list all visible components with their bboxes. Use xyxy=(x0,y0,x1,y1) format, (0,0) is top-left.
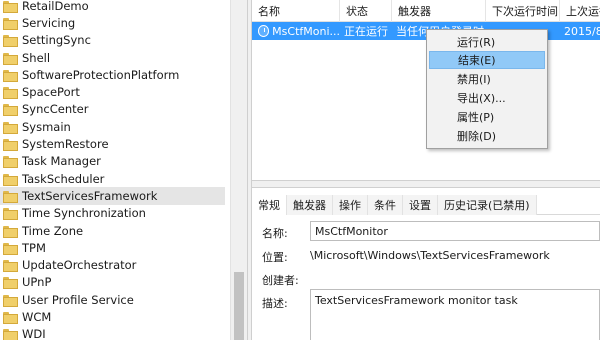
menu-item-disable[interactable]: 禁用(I) xyxy=(429,70,545,88)
general-detail-panel: 名称: MsCtfMonitor 位置: \Microsoft\Windows\… xyxy=(252,215,600,340)
tree-item[interactable]: UPnP xyxy=(0,274,225,291)
tab-actions[interactable]: 操作 xyxy=(333,195,368,215)
tree-item[interactable]: SettingSync xyxy=(0,32,225,49)
folder-icon xyxy=(3,277,18,290)
column-header-trigger[interactable]: 触发器 xyxy=(392,0,486,22)
tree-item-label: Shell xyxy=(22,50,51,65)
tree-item-label: Time Synchronization xyxy=(22,206,146,221)
tree-item-label: RetailDemo xyxy=(22,0,89,13)
task-last-run: 2015/8/ xyxy=(564,24,600,38)
menu-item-delete[interactable]: 删除(D) xyxy=(429,127,545,145)
tree-item[interactable]: TPM xyxy=(0,239,225,256)
folder-icon xyxy=(3,69,18,82)
folder-icon xyxy=(3,225,18,238)
folder-icon xyxy=(3,139,18,152)
tree-item[interactable]: Shell xyxy=(0,49,225,66)
folder-icon xyxy=(3,173,18,186)
tree-item-label: Time Zone xyxy=(22,223,84,238)
name-label: 名称: xyxy=(262,227,288,240)
task-name: MsCtfMoni... xyxy=(272,24,340,38)
tab-conditions[interactable]: 条件 xyxy=(368,195,403,215)
folder-icon xyxy=(3,87,18,100)
tab-general[interactable]: 常规 xyxy=(252,195,287,215)
tree-item-label: UpdateOrchestrator xyxy=(22,258,137,273)
tree-item[interactable]: Task Manager xyxy=(0,153,225,170)
tree-item[interactable]: SpacePort xyxy=(0,84,225,101)
tab-settings[interactable]: 设置 xyxy=(403,195,438,215)
tab-history[interactable]: 历史记录(已禁用) xyxy=(438,195,537,215)
folder-icon xyxy=(3,190,18,203)
tree-item[interactable]: UpdateOrchestrator xyxy=(0,257,225,274)
tree-item[interactable]: User Profile Service xyxy=(0,291,225,308)
tree-item[interactable]: TextServicesFramework xyxy=(0,187,225,205)
tree-item[interactable]: WDI xyxy=(0,326,225,340)
author-label: 创建者: xyxy=(262,274,299,287)
tree-scrollbar-thumb[interactable] xyxy=(234,272,244,340)
folder-icon xyxy=(3,52,18,65)
tree-item[interactable]: TaskScheduler xyxy=(0,170,225,187)
folder-icon xyxy=(3,312,18,325)
tree-item[interactable]: Time Synchronization xyxy=(0,205,225,222)
tree-item-label: SettingSync xyxy=(22,33,91,48)
folder-icon xyxy=(3,17,18,30)
tab-triggers[interactable]: 触发器 xyxy=(287,195,333,215)
column-header-name[interactable]: 名称 xyxy=(252,0,340,22)
tree-item[interactable]: SoftwareProtectionPlatform xyxy=(0,66,225,83)
folder-icon xyxy=(3,208,18,221)
folder-icon xyxy=(3,104,18,117)
tree-item-label: Task Manager xyxy=(22,154,101,169)
detail-tabbar: 常规 触发器 操作 条件 设置 历史记录(已禁用) xyxy=(252,195,600,215)
tree-item-label: TPM xyxy=(22,240,46,255)
description-field[interactable]: TextServicesFramework monitor task xyxy=(310,289,600,340)
tree-item-label: TextServicesFramework xyxy=(22,188,158,203)
folder-icon xyxy=(3,260,18,273)
tree-item[interactable]: SyncCenter xyxy=(0,101,225,118)
location-label: 位置: xyxy=(262,251,288,264)
tree-item[interactable]: SystemRestore xyxy=(0,135,225,152)
tree-item-label: UPnP xyxy=(22,275,52,290)
horizontal-splitter[interactable] xyxy=(252,180,600,188)
tree-item-label: WDI xyxy=(22,327,46,340)
menu-item-export[interactable]: 导出(X)... xyxy=(429,89,545,107)
tree-item[interactable]: Servicing xyxy=(0,14,225,31)
tree-item-label: SyncCenter xyxy=(22,102,89,117)
location-value: \Microsoft\Windows\TextServicesFramework xyxy=(310,249,550,262)
folder-icon xyxy=(3,121,18,134)
folder-tree: RetailDemo Servicing SettingSync Shell Softw… xyxy=(0,0,230,340)
menu-item-properties[interactable]: 属性(P) xyxy=(429,108,545,126)
description-label: 描述: xyxy=(262,297,288,310)
tree-item-label: Sysmain xyxy=(22,119,71,134)
clock-icon xyxy=(258,25,270,37)
column-header-status[interactable]: 状态 xyxy=(340,0,392,22)
tree-item-label: Servicing xyxy=(22,15,76,30)
tree-item-label: User Profile Service xyxy=(22,292,134,307)
folder-icon xyxy=(3,0,18,13)
folder-icon xyxy=(3,242,18,255)
folder-icon xyxy=(3,294,18,307)
menu-item-end[interactable]: 结束(E) xyxy=(429,51,545,69)
tree-item[interactable]: WCM xyxy=(0,308,225,325)
task-name-cell: MsCtfMoni... xyxy=(252,22,340,40)
tree-item[interactable]: RetailDemo xyxy=(0,0,225,14)
task-status: 正在运行 xyxy=(344,25,388,38)
folder-icon xyxy=(3,156,18,169)
name-field[interactable]: MsCtfMonitor xyxy=(310,221,600,241)
column-header-last-run[interactable]: 上次运行时 xyxy=(560,0,600,22)
folder-icon xyxy=(3,329,18,340)
tree-item[interactable]: Time Zone xyxy=(0,222,225,239)
context-menu: 运行(R) 结束(E) 禁用(I) 导出(X)... 属性(P) 删除(D) xyxy=(426,29,548,149)
tree-item-label: SpacePort xyxy=(22,85,80,100)
tree-item-label: WCM xyxy=(22,310,52,325)
tree-item-label: SystemRestore xyxy=(22,137,109,152)
tree-item-label: SoftwareProtectionPlatform xyxy=(22,67,180,82)
tree-scrollbar[interactable] xyxy=(230,0,247,340)
folder-icon xyxy=(3,35,18,48)
task-list-header: 名称 状态 触发器 下次运行时间 上次运行时 xyxy=(252,0,600,22)
tree-item[interactable]: Sysmain xyxy=(0,118,225,135)
menu-item-run[interactable]: 运行(R) xyxy=(429,33,545,51)
column-header-next-run[interactable]: 下次运行时间 xyxy=(486,0,560,22)
tree-item-label: TaskScheduler xyxy=(22,171,105,186)
